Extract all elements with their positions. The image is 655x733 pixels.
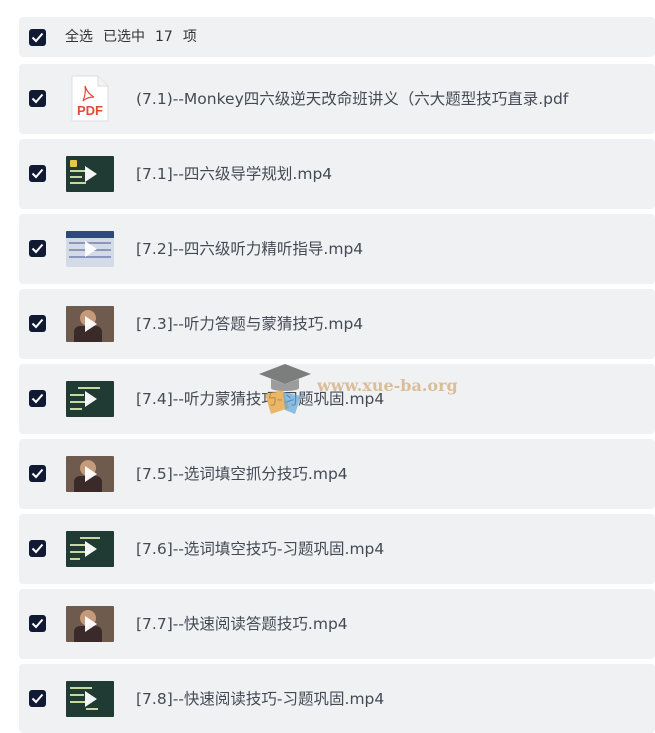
select-all-label: 全选	[65, 29, 93, 45]
play-icon	[85, 691, 97, 707]
video-thumbnail	[66, 456, 114, 492]
select-all-checkbox[interactable]	[29, 29, 46, 46]
file-row[interactable]: [7.4]--听力蒙猜技巧-习题巩固.mp4	[19, 364, 655, 434]
selected-suffix: 项	[182, 29, 197, 45]
selected-count: 17	[155, 29, 173, 45]
check-icon	[31, 468, 44, 479]
file-checkbox[interactable]	[29, 540, 46, 557]
file-row[interactable]: [7.6]--选词填空技巧-习题巩固.mp4	[19, 514, 655, 584]
check-icon	[31, 168, 44, 179]
play-icon	[85, 541, 97, 557]
check-icon	[31, 93, 44, 104]
check-icon	[31, 243, 44, 254]
file-checkbox[interactable]	[29, 690, 46, 707]
play-icon	[85, 241, 97, 257]
file-checkbox[interactable]	[29, 315, 46, 332]
play-icon	[85, 316, 97, 332]
check-icon	[31, 618, 44, 629]
file-list-panel: 全选 已选中 17 项 PDF (7.1)--Monkey四六级逆天改命班讲义（六大题…	[0, 0, 655, 733]
file-checkbox[interactable]	[29, 165, 46, 182]
video-thumbnail	[66, 531, 114, 567]
video-thumbnail	[66, 231, 114, 267]
play-icon	[85, 466, 97, 482]
video-thumbnail	[66, 381, 114, 417]
pdf-file-icon: PDF	[66, 75, 114, 122]
video-thumbnail	[66, 156, 114, 192]
selected-prefix: 已选中	[103, 29, 145, 45]
video-thumbnail	[66, 306, 114, 342]
select-all-row[interactable]: 全选 已选中 17 项	[19, 17, 655, 57]
pdf-icon-label: PDF	[77, 103, 103, 118]
file-checkbox[interactable]	[29, 465, 46, 482]
file-checkbox[interactable]	[29, 390, 46, 407]
file-row[interactable]: [7.7]--快速阅读答题技巧.mp4	[19, 589, 655, 659]
file-row[interactable]: [7.2]--四六级听力精听指导.mp4	[19, 214, 655, 284]
file-checkbox[interactable]	[29, 240, 46, 257]
file-checkbox[interactable]	[29, 615, 46, 632]
file-name[interactable]: [7.2]--四六级听力精听指导.mp4	[136, 214, 363, 284]
selection-summary: 全选 已选中 17 项	[65, 17, 207, 57]
check-icon	[31, 393, 44, 404]
file-name[interactable]: [7.3]--听力答题与蒙猜技巧.mp4	[136, 289, 363, 359]
file-name[interactable]: [7.1]--四六级导学规划.mp4	[136, 139, 332, 209]
video-thumbnail	[66, 606, 114, 642]
file-row[interactable]: [7.8]--快速阅读技巧-习题巩固.mp4	[19, 664, 655, 733]
check-icon	[31, 543, 44, 554]
play-icon	[85, 391, 97, 407]
play-icon	[85, 616, 97, 632]
file-name[interactable]: (7.1)--Monkey四六级逆天改命班讲义（六大题型技巧直录.pdf	[136, 64, 568, 134]
file-name[interactable]: [7.8]--快速阅读技巧-习题巩固.mp4	[136, 664, 384, 733]
check-icon	[31, 32, 44, 43]
file-name[interactable]: [7.7]--快速阅读答题技巧.mp4	[136, 589, 348, 659]
file-name[interactable]: [7.4]--听力蒙猜技巧-习题巩固.mp4	[136, 364, 384, 434]
file-row[interactable]: [7.1]--四六级导学规划.mp4	[19, 139, 655, 209]
play-icon	[85, 166, 97, 182]
check-icon	[31, 693, 44, 704]
file-row[interactable]: PDF (7.1)--Monkey四六级逆天改命班讲义（六大题型技巧直录.pdf	[19, 64, 655, 134]
file-name[interactable]: [7.5]--选词填空抓分技巧.mp4	[136, 439, 348, 509]
file-checkbox[interactable]	[29, 90, 46, 107]
file-row[interactable]: [7.3]--听力答题与蒙猜技巧.mp4	[19, 289, 655, 359]
video-thumbnail	[66, 681, 114, 717]
file-row[interactable]: [7.5]--选词填空抓分技巧.mp4	[19, 439, 655, 509]
check-icon	[31, 318, 44, 329]
file-name[interactable]: [7.6]--选词填空技巧-习题巩固.mp4	[136, 514, 384, 584]
